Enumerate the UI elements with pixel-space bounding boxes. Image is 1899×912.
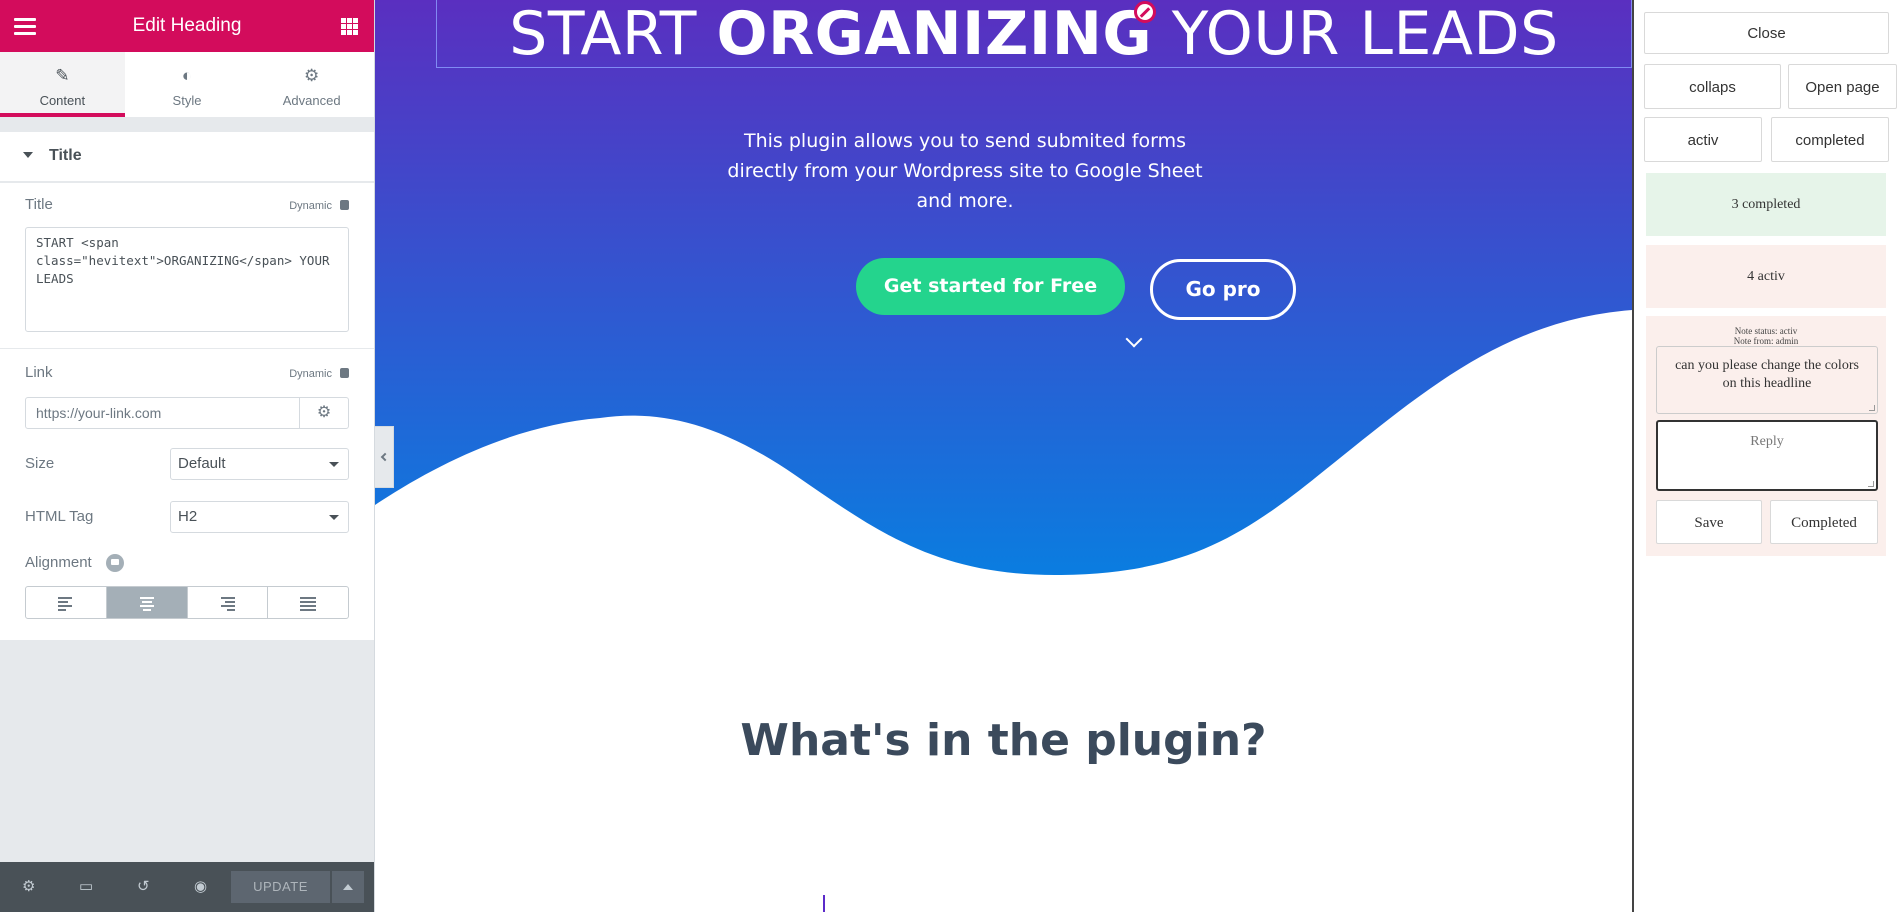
align-left-button[interactable]: [26, 587, 107, 618]
caret-up-icon: [343, 884, 353, 890]
link-input[interactable]: https://your-link.com ⚙: [25, 397, 349, 429]
alignment-label: Alignment: [25, 554, 92, 571]
link-options-gear-icon[interactable]: ⚙: [299, 398, 348, 428]
editor-tabs: ✎ Content ◐ Style ⚙ Advanced: [0, 52, 374, 118]
hero-headline[interactable]: START ORGANIZING YOUR LEADS: [437, 0, 1631, 68]
chevron-left-icon: [380, 452, 390, 462]
align-left-icon: [57, 597, 74, 613]
headline-part-1: START: [509, 0, 717, 69]
note-text-content: can you please change the colors on this…: [1675, 358, 1859, 391]
tab-advanced-label: Advanced: [282, 93, 341, 108]
page-preview: START ORGANIZING YOUR LEADS This plugin …: [375, 0, 1632, 912]
align-justify-button[interactable]: [268, 587, 348, 618]
resize-handle-icon[interactable]: [1868, 481, 1874, 487]
html-tag-value: H2: [178, 508, 198, 525]
note-meta: Note status: activ Note from: admin: [1646, 326, 1886, 346]
history-icon[interactable]: ↺: [137, 877, 150, 895]
half-circle-icon: ◐: [181, 66, 193, 85]
note-card: Note status: activ Note from: admin can …: [1646, 316, 1886, 556]
html-tag-select[interactable]: H2: [170, 501, 349, 533]
editor-title: Edit Heading: [132, 15, 242, 36]
completed-count-card[interactable]: 3 completed: [1646, 173, 1886, 236]
chevron-down-icon: [329, 462, 339, 467]
title-textarea[interactable]: START <span class="hevitext">ORGANIZING<…: [25, 227, 349, 332]
section-title-label: Title: [49, 147, 82, 164]
hero-subtext: This plugin allows you to send submited …: [727, 130, 1203, 212]
filter-activ-button[interactable]: activ: [1644, 117, 1762, 162]
close-button[interactable]: Close: [1644, 12, 1889, 54]
align-justify-icon: [300, 597, 317, 613]
headline-bold: ORGANIZING: [716, 0, 1153, 69]
tab-content-label: Content: [39, 93, 86, 108]
dynamic-tags-link[interactable]: Dynamic: [289, 368, 349, 380]
tab-advanced[interactable]: ⚙ Advanced: [249, 52, 374, 117]
align-center-icon: [139, 597, 155, 613]
filter-completed-button[interactable]: completed: [1771, 117, 1889, 162]
text-cursor: [823, 895, 825, 912]
section-title-toggle[interactable]: Title: [0, 132, 374, 182]
size-value: Default: [178, 455, 226, 472]
align-right-button[interactable]: [188, 587, 269, 618]
alignment-control: [25, 586, 349, 619]
controls-area: Title Dynamic START <span class="hevitex…: [0, 183, 374, 640]
link-placeholder: https://your-link.com: [36, 405, 162, 421]
resize-handle-icon[interactable]: [1869, 405, 1875, 411]
dynamic-tags-title[interactable]: Dynamic: [289, 200, 349, 212]
align-right-icon: [219, 597, 236, 613]
note-author: Note from: admin: [1733, 336, 1799, 346]
collapse-panel-toggle[interactable]: [375, 426, 394, 488]
pencil-icon: ✎: [55, 66, 70, 85]
widgets-grid-icon[interactable]: [341, 18, 358, 35]
notes-panel: Close collaps Open page activ completed …: [1632, 0, 1899, 912]
title-label: Title: [25, 196, 53, 213]
open-page-button[interactable]: Open page: [1788, 64, 1897, 109]
preview-eye-icon[interactable]: ◉: [194, 877, 207, 895]
gear-icon: ⚙: [304, 66, 320, 85]
update-options-button[interactable]: [332, 871, 364, 903]
tab-content[interactable]: ✎ Content: [0, 52, 125, 117]
responsive-mode-icon[interactable]: ▭: [79, 877, 93, 895]
database-icon: [340, 200, 349, 210]
align-center-button[interactable]: [106, 587, 188, 618]
database-icon: [340, 368, 349, 378]
caret-down-icon: [23, 152, 33, 158]
tab-style-label: Style: [172, 93, 202, 108]
reply-input[interactable]: Reply: [1656, 420, 1878, 491]
note-marker-icon[interactable]: [1134, 1, 1156, 23]
note-text[interactable]: can you please change the colors on this…: [1656, 346, 1878, 414]
reply-placeholder: Reply: [1750, 434, 1784, 449]
get-started-button[interactable]: Get started for Free: [856, 258, 1125, 315]
section-heading: What's in the plugin?: [740, 715, 1267, 766]
save-button[interactable]: Save: [1656, 500, 1762, 544]
size-label: Size: [25, 455, 55, 472]
link-label: Link: [25, 364, 53, 381]
dynamic-label: Dynamic: [289, 200, 332, 212]
update-button[interactable]: UPDATE: [231, 871, 330, 903]
selected-heading-widget[interactable]: START ORGANIZING YOUR LEADS: [436, 0, 1632, 68]
html-tag-label: HTML Tag: [25, 508, 94, 525]
size-select[interactable]: Default: [170, 448, 349, 480]
collaps-button[interactable]: collaps: [1644, 64, 1781, 109]
headline-part-2: YOUR LEADS: [1152, 0, 1559, 69]
settings-gear-icon[interactable]: ⚙: [22, 877, 35, 895]
tab-style[interactable]: ◐ Style: [125, 52, 250, 117]
editor-footer: ⚙ ▭ ↺ ◉ UPDATE: [0, 862, 374, 912]
responsive-monitor-icon[interactable]: [106, 554, 124, 572]
go-pro-button[interactable]: Go pro: [1150, 259, 1296, 320]
activ-count-card[interactable]: 4 activ: [1646, 245, 1886, 308]
dynamic-label: Dynamic: [289, 368, 332, 380]
divider: [0, 348, 374, 349]
mark-completed-button[interactable]: Completed: [1770, 500, 1878, 544]
editor-header: Edit Heading: [0, 0, 374, 52]
note-status: Note status: activ: [1734, 326, 1798, 336]
chevron-down-icon: [329, 515, 339, 520]
editor-panel: Edit Heading ✎ Content ◐ Style ⚙ Advance…: [0, 0, 375, 912]
